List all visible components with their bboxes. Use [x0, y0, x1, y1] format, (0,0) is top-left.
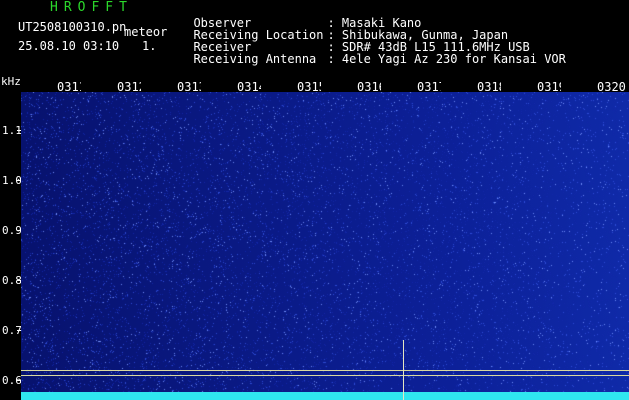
info-label: Receiving Antenna: [193, 52, 317, 66]
info-value: : 4ele Yagi Az 230 for Kansai VOR: [327, 52, 566, 66]
app-title: HROFFT: [50, 0, 133, 15]
signal-baseline: [21, 392, 629, 400]
reference-line: [21, 375, 629, 376]
signal-spike: [403, 340, 404, 400]
spectrogram: [21, 92, 629, 392]
file-name: UT2508100310.pn: [18, 20, 127, 34]
y-axis-unit: kHz: [1, 75, 21, 88]
info-row-antenna: Receiving Antenna : 4ele Yagi Az 230 for …: [179, 41, 566, 66]
spectrogram-noise: [21, 92, 629, 392]
mode-label: meteor: [124, 25, 168, 39]
reference-line: [21, 370, 629, 371]
count-value: 1.: [142, 39, 157, 53]
timestamp: 25.08.10 03:10: [18, 39, 120, 53]
